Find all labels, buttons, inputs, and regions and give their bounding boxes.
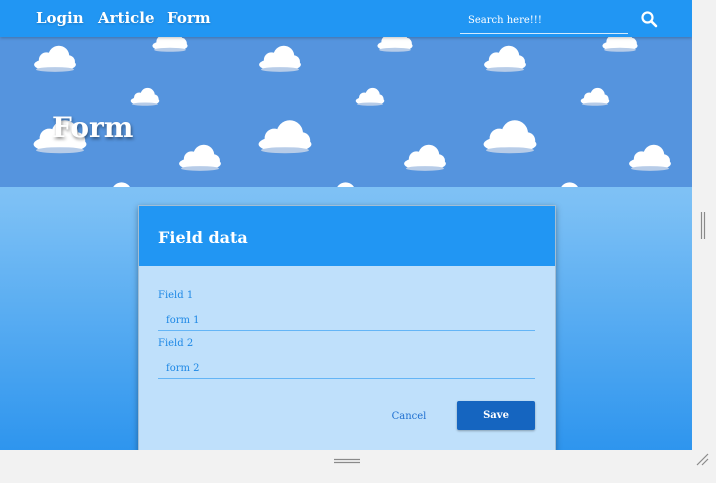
search-input[interactable]	[460, 8, 628, 33]
search-icon[interactable]	[640, 10, 658, 28]
cloud-icon	[404, 144, 446, 171]
cloud-icon	[322, 182, 362, 187]
save-button[interactable]: Save	[457, 401, 535, 430]
field-1	[158, 308, 535, 332]
hero-banner: Form	[0, 37, 692, 187]
cloud-icon	[546, 182, 586, 187]
cloud-icon	[98, 182, 138, 187]
cloud-icon	[130, 87, 160, 106]
cancel-button[interactable]: Cancel	[381, 402, 437, 430]
card-header: Field data	[139, 206, 555, 266]
resize-grip-icon[interactable]	[696, 453, 709, 466]
cloud-icon	[355, 87, 385, 106]
cloud-icon	[483, 120, 537, 154]
field-2-label: Field 2	[158, 338, 194, 349]
nav-link-login[interactable]: Login	[36, 9, 84, 27]
field-1-label: Field 1	[158, 290, 194, 301]
top-navbar: Login Article Form	[0, 0, 692, 37]
page-viewport: Login Article Form Search here!!! Form F…	[0, 0, 692, 450]
field-2	[158, 356, 535, 380]
cloud-icon	[179, 144, 221, 171]
card-title: Field data	[158, 228, 248, 247]
cloud-icon	[152, 37, 188, 52]
nav-link-article[interactable]: Article	[98, 9, 155, 27]
page-title: Form	[52, 111, 134, 144]
cloud-icon	[602, 37, 638, 52]
cloud-icon	[377, 37, 413, 52]
form-card: Field data Field 1 Field 2 Cancel Save	[138, 205, 556, 450]
field-2-input[interactable]	[158, 357, 535, 380]
cloud-icon	[259, 45, 301, 72]
nav-link-form[interactable]: Form	[167, 9, 211, 27]
field-1-input[interactable]	[158, 309, 535, 332]
cloud-icon	[629, 144, 671, 171]
search-box	[460, 8, 628, 34]
resize-handle-icon[interactable]	[334, 458, 360, 464]
cloud-icon	[258, 120, 312, 154]
cloud-icon	[484, 45, 526, 72]
cloud-icon	[580, 87, 610, 106]
cloud-icon	[34, 45, 76, 72]
scroll-handle-icon[interactable]	[700, 212, 706, 239]
